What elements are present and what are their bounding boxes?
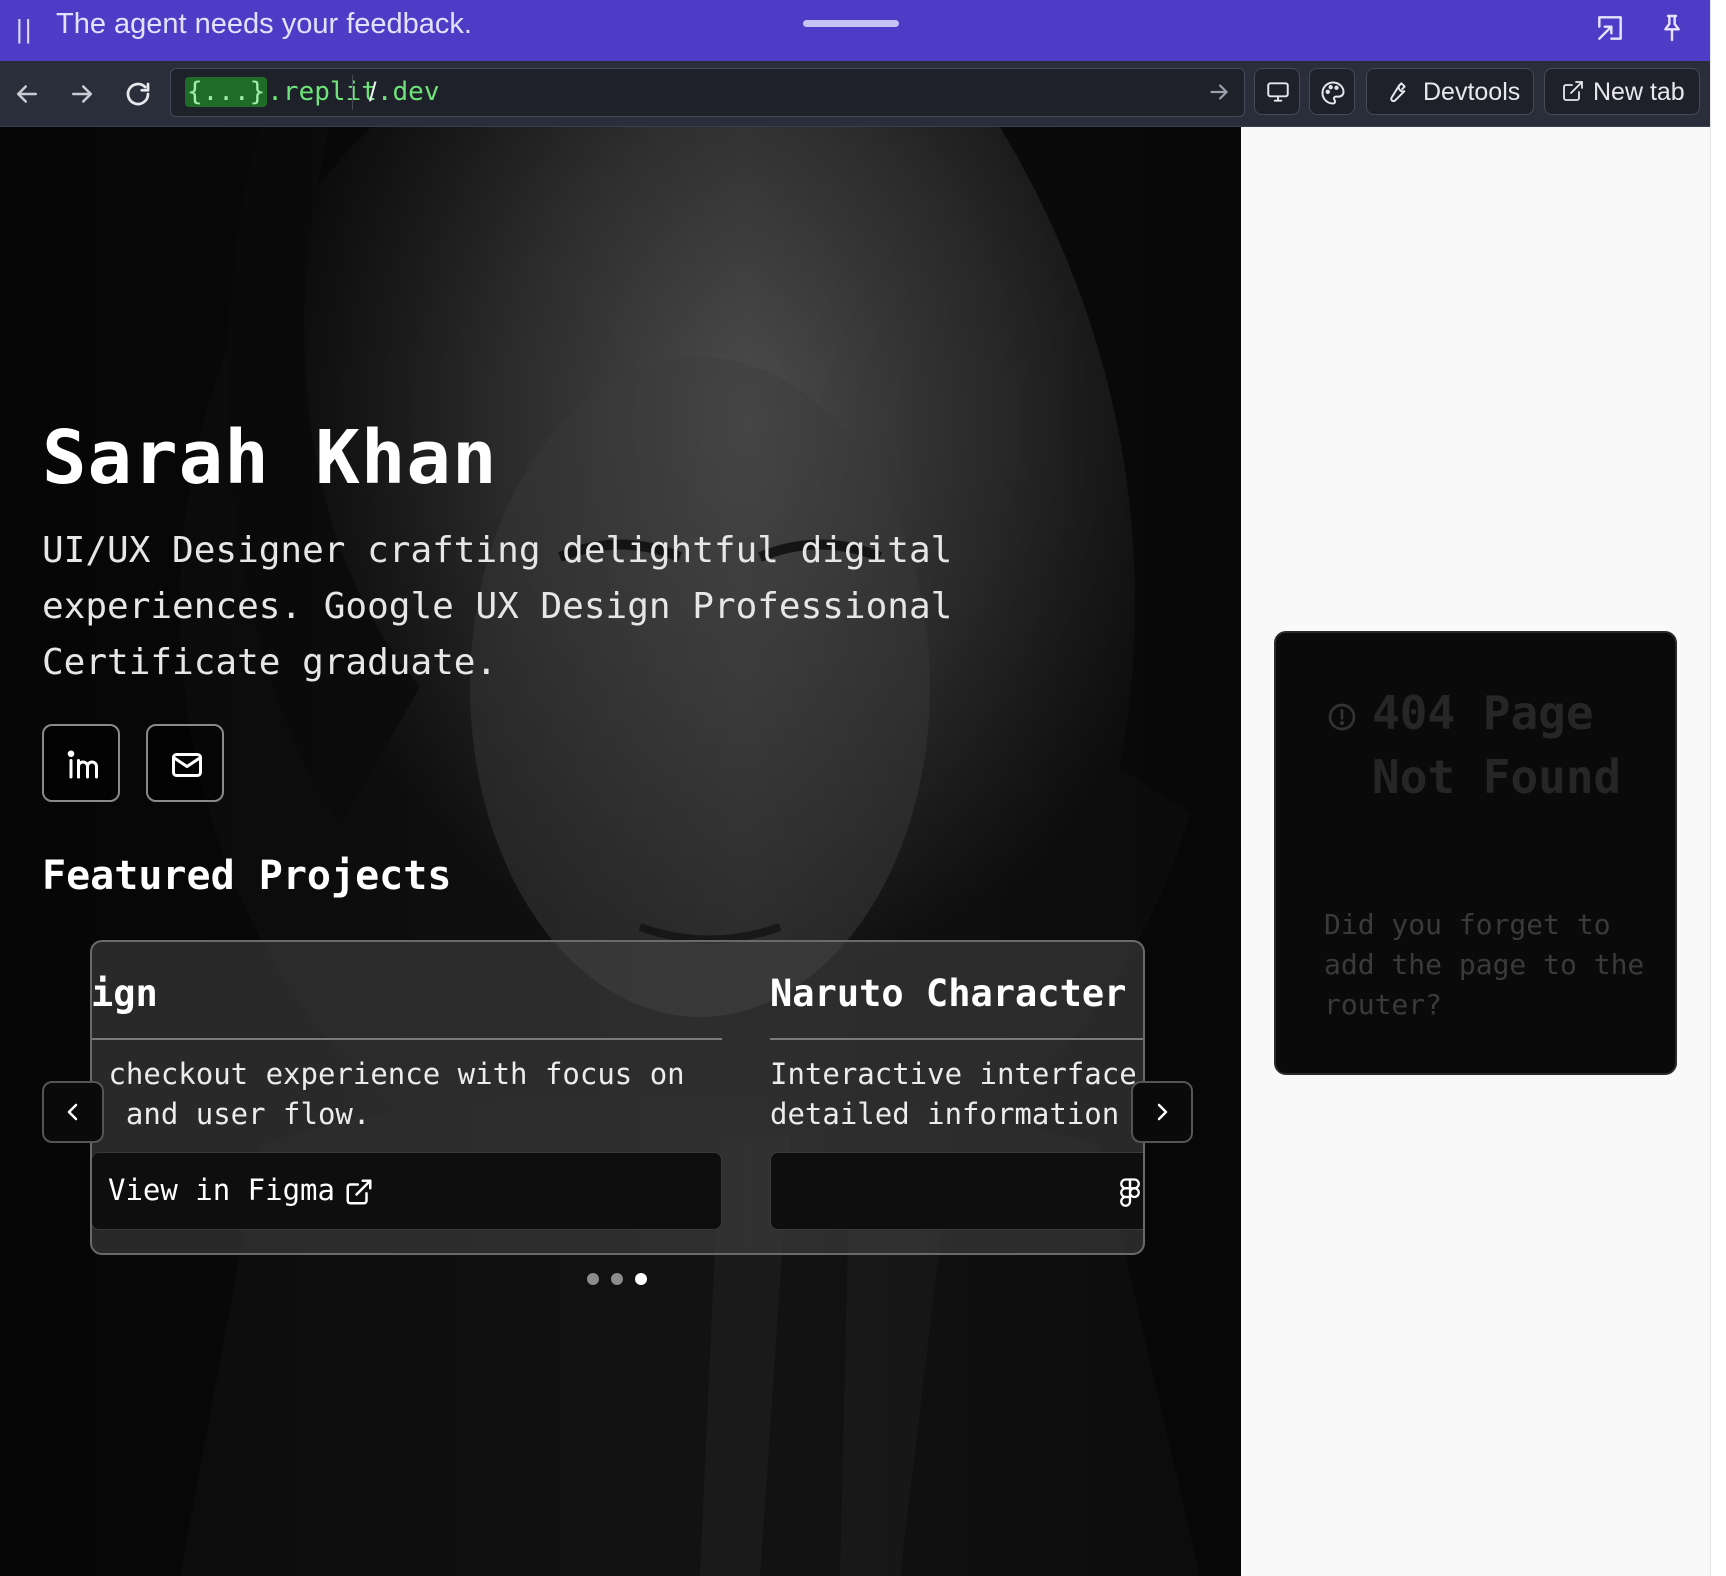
url-bar[interactable]: {...}.replit.dev / <box>170 68 1245 117</box>
carousel-next-button[interactable] <box>1131 1081 1193 1143</box>
project-card-divider <box>92 1038 722 1040</box>
mail-icon <box>172 753 202 777</box>
url-divider <box>352 75 353 110</box>
view-in-figma-label: View in Figma <box>108 1173 335 1207</box>
not-found-title: 404 Page Not Found <box>1372 686 1622 804</box>
hero-background-photo <box>0 127 1241 1576</box>
alert-circle-icon <box>1328 703 1356 731</box>
url-host-suffix: .replit.dev <box>267 77 440 107</box>
view-in-figma-button[interactable] <box>770 1152 1143 1230</box>
device-preview-button[interactable] <box>1254 68 1300 115</box>
project-card: ign checkout experience with focus on an… <box>91 942 723 1253</box>
url-path[interactable]: / <box>369 77 377 108</box>
not-found-message: Did you forget to add the page to the ro… <box>1324 908 1645 1021</box>
hero-name: Sarah Khan <box>42 415 498 501</box>
chevron-left-icon <box>67 1103 78 1121</box>
not-found-card: 404 Page Not Found Did you forget to add… <box>1274 631 1677 1075</box>
chevron-right-icon <box>1157 1103 1168 1121</box>
pin-icon[interactable] <box>1656 12 1688 44</box>
window-scrollbar[interactable] <box>1710 0 1726 1576</box>
external-link-icon <box>1563 81 1583 101</box>
new-tab-label: New tab <box>1593 78 1685 106</box>
external-link-icon <box>346 1179 372 1205</box>
url-host-chip: {...} <box>185 77 268 107</box>
go-arrow-icon[interactable] <box>1206 79 1232 105</box>
project-card-divider <box>770 1038 1143 1040</box>
carousel-prev-button[interactable] <box>42 1081 104 1143</box>
secondary-preview-panel: 404 Page Not Found Did you forget to add… <box>1241 127 1710 1576</box>
figma-icon <box>1120 1178 1140 1207</box>
featured-projects-heading: Featured Projects <box>42 853 452 899</box>
theme-button[interactable] <box>1309 68 1355 115</box>
carousel-dot[interactable] <box>587 1273 599 1285</box>
reload-icon[interactable] <box>123 79 153 109</box>
app-preview: Sarah Khan UI/UX Designer crafting delig… <box>0 127 1241 1576</box>
wrench-icon <box>1390 82 1406 103</box>
hero-subtitle: UI/UX Designer crafting delightful digit… <box>42 530 953 683</box>
project-card-description: Interactive interface detailed informati… <box>770 1057 1143 1131</box>
view-in-figma-button[interactable]: View in Figma <box>92 1152 722 1230</box>
linkedin-icon <box>67 750 98 779</box>
project-card-description: checkout experience with focus on and us… <box>108 1057 685 1131</box>
agent-feedback-message: The agent needs your feedback. <box>56 8 472 40</box>
new-tab-button[interactable]: New tab <box>1544 68 1700 115</box>
browser-toolbar: {...}.replit.dev / Devtools New tab <box>0 61 1710 127</box>
drag-handle[interactable] <box>803 20 899 27</box>
devtools-label: Devtools <box>1423 78 1521 106</box>
project-card: Naruto Character I Interactive interface… <box>770 942 1145 1253</box>
forward-arrow-icon[interactable] <box>67 79 97 109</box>
project-card-title: ign <box>91 972 158 1015</box>
url-host: {...}.replit.dev <box>179 77 445 108</box>
carousel-dot-active[interactable] <box>635 1273 647 1285</box>
devtools-button[interactable]: Devtools <box>1366 68 1534 115</box>
projects-carousel: ign checkout experience with focus on an… <box>90 940 1145 1255</box>
carousel-dot[interactable] <box>611 1273 623 1285</box>
drag-grip-icon[interactable]: || <box>16 14 34 45</box>
expand-icon[interactable] <box>1594 12 1626 44</box>
email-button[interactable] <box>146 724 224 802</box>
agent-feedback-bar: || The agent needs your feedback. <box>0 0 1710 61</box>
monitor-icon <box>1267 82 1289 102</box>
palette-icon <box>1321 81 1345 105</box>
project-card-title: Naruto Character I <box>770 972 1145 1015</box>
back-arrow-icon[interactable] <box>12 79 42 109</box>
linkedin-button[interactable] <box>42 724 120 802</box>
